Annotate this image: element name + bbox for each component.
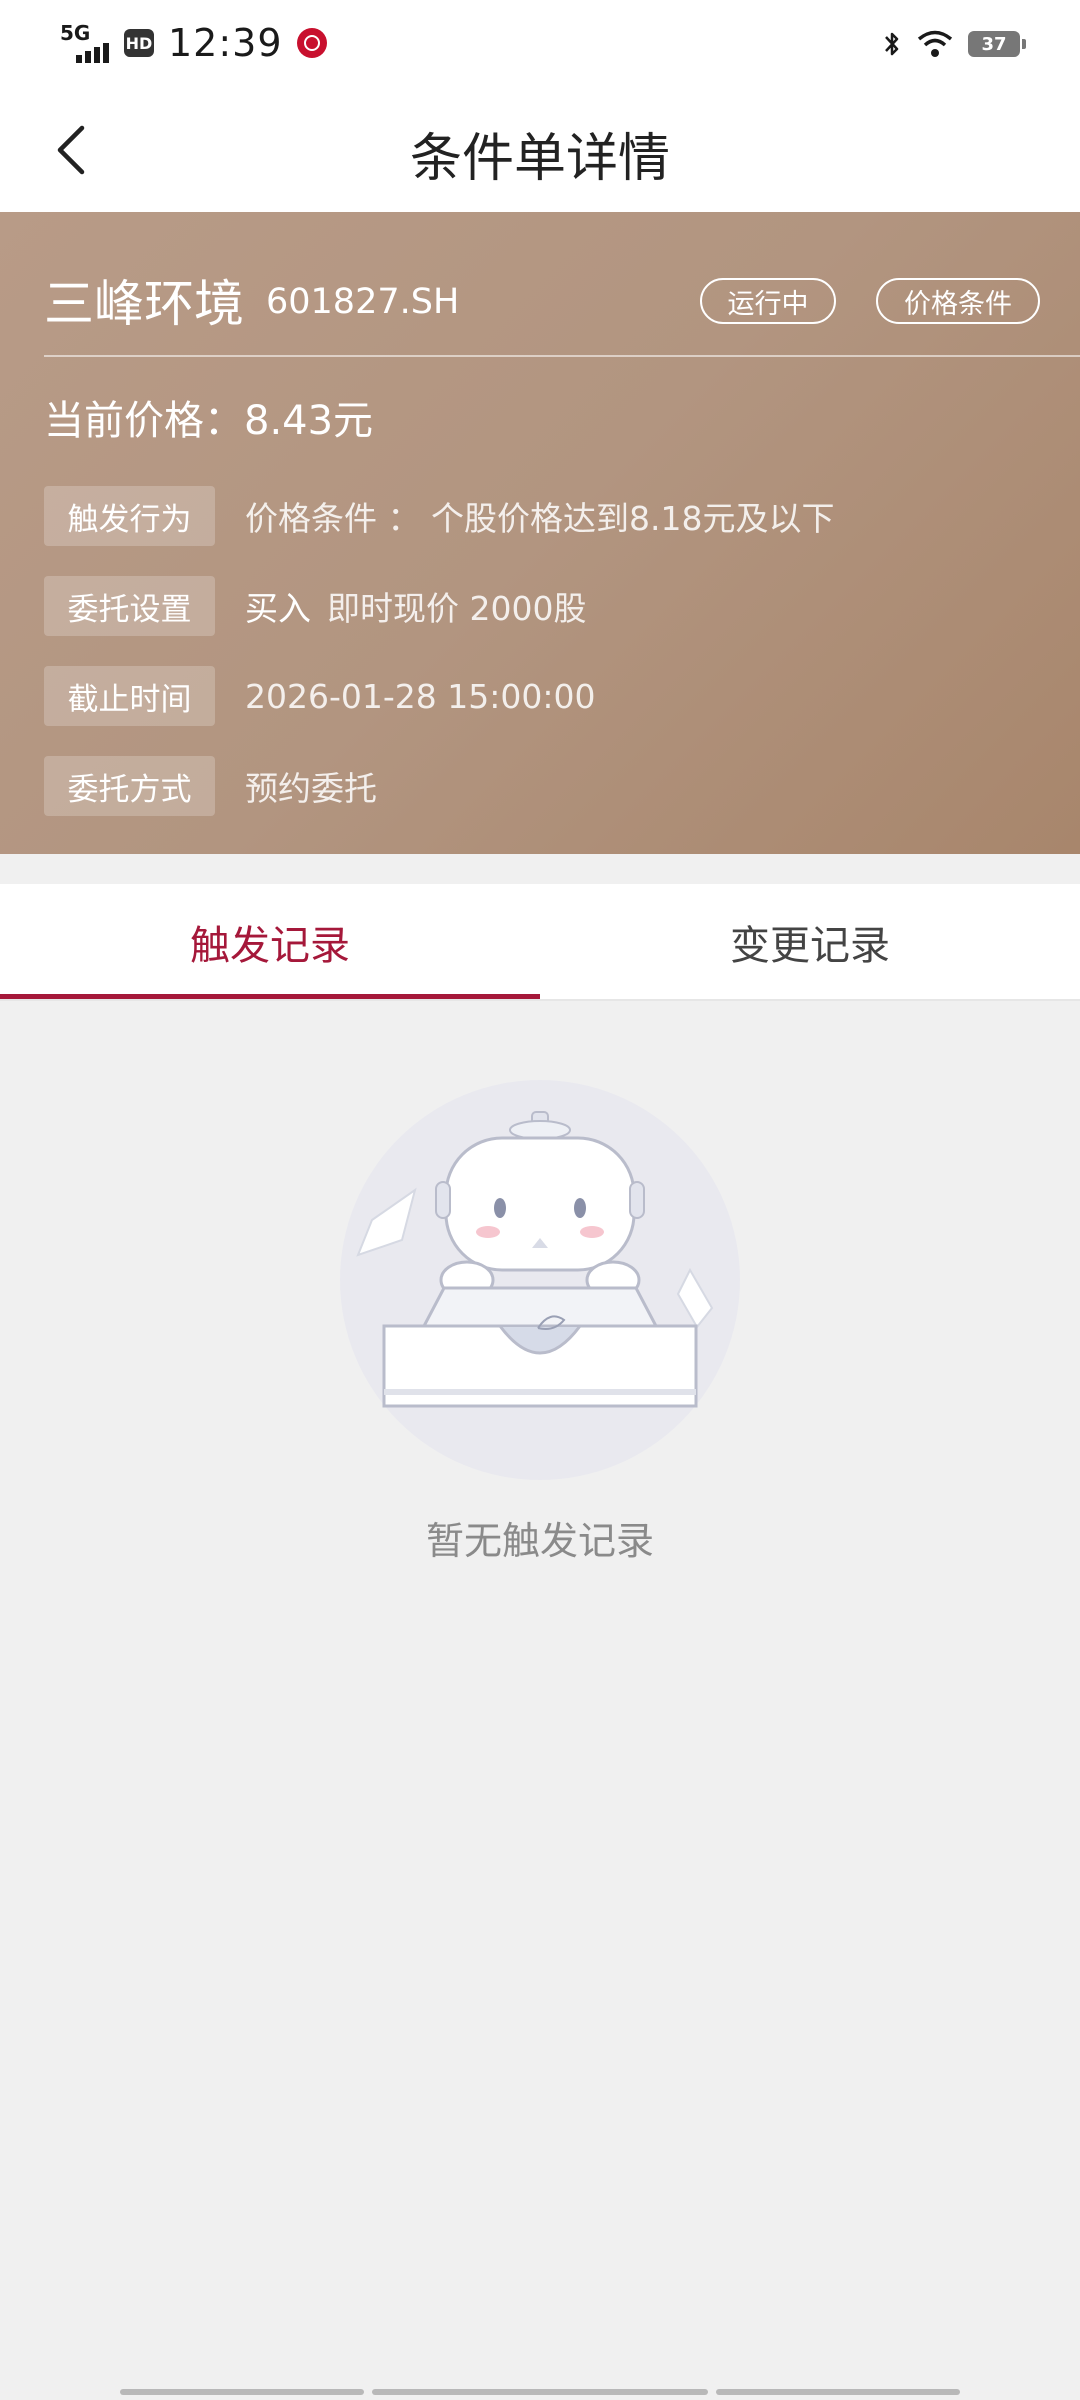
status-right: 37 xyxy=(882,22,1026,66)
current-price: 当前价格：8.43元 xyxy=(44,398,374,444)
status-bar: 5G HD 12:39 37 xyxy=(0,0,1080,86)
gesture-bar xyxy=(716,2389,960,2395)
hd-icon: HD xyxy=(124,29,154,57)
gesture-bar xyxy=(372,2389,708,2395)
detail-label: 截止时间 xyxy=(44,666,215,726)
gesture-bar xyxy=(120,2389,364,2395)
tab-trigger-records[interactable]: 触发记录 xyxy=(0,884,540,999)
record-tabs: 触发记录 变更记录 xyxy=(0,884,1080,1001)
condition-type-badge: 价格条件 xyxy=(876,278,1040,324)
detail-value: 价格条件 ： 个股价格达到8.18元及以下 xyxy=(245,499,835,538)
detail-row-order-setting: 委托设置 买入 即时现价 2000股 xyxy=(44,576,586,636)
status-badge: 运行中 xyxy=(700,278,836,324)
bluetooth-icon xyxy=(885,32,899,56)
cellular-signal-icon: 5G xyxy=(60,23,110,63)
stock-code: 601827.SH xyxy=(266,282,460,322)
detail-row-order-method: 委托方式 预约委托 xyxy=(44,756,377,816)
card-divider xyxy=(44,355,1080,357)
detail-label: 触发行为 xyxy=(44,486,215,546)
nav-header: 条件单详情 xyxy=(0,86,1080,212)
empty-box-robot-illustration xyxy=(340,1080,740,1480)
wifi-icon xyxy=(917,30,953,57)
detail-row-deadline: 截止时间 2026-01-28 15:00:00 xyxy=(44,666,595,726)
order-action: 买入 xyxy=(245,589,311,628)
detail-value: 即时现价 2000股 xyxy=(327,589,587,628)
battery-icon: 37 xyxy=(968,31,1026,57)
network-type: 5G xyxy=(60,21,91,45)
stock-name: 三峰环境 xyxy=(44,275,244,333)
app-notification-icon xyxy=(296,28,327,58)
page-title: 条件单详情 xyxy=(409,129,670,189)
detail-value: 预约委托 xyxy=(245,769,377,808)
detail-value: 2026-01-28 15:00:00 xyxy=(245,676,596,716)
condition-order-card: 三峰环境 601827.SH 运行中 价格条件 当前价格：8.43元 触发行为 … xyxy=(0,212,1080,854)
active-tab-indicator xyxy=(0,994,540,999)
detail-label: 委托方式 xyxy=(44,756,215,816)
empty-state-text: 暂无触发记录 xyxy=(425,1519,654,1563)
detail-label: 委托设置 xyxy=(44,576,215,636)
tab-change-records[interactable]: 变更记录 xyxy=(540,884,1080,999)
detail-row-trigger: 触发行为 价格条件 ： 个股价格达到8.18元及以下 xyxy=(44,486,834,546)
status-time: 12:39 xyxy=(168,21,283,65)
status-left: 5G HD 12:39 xyxy=(60,18,327,68)
